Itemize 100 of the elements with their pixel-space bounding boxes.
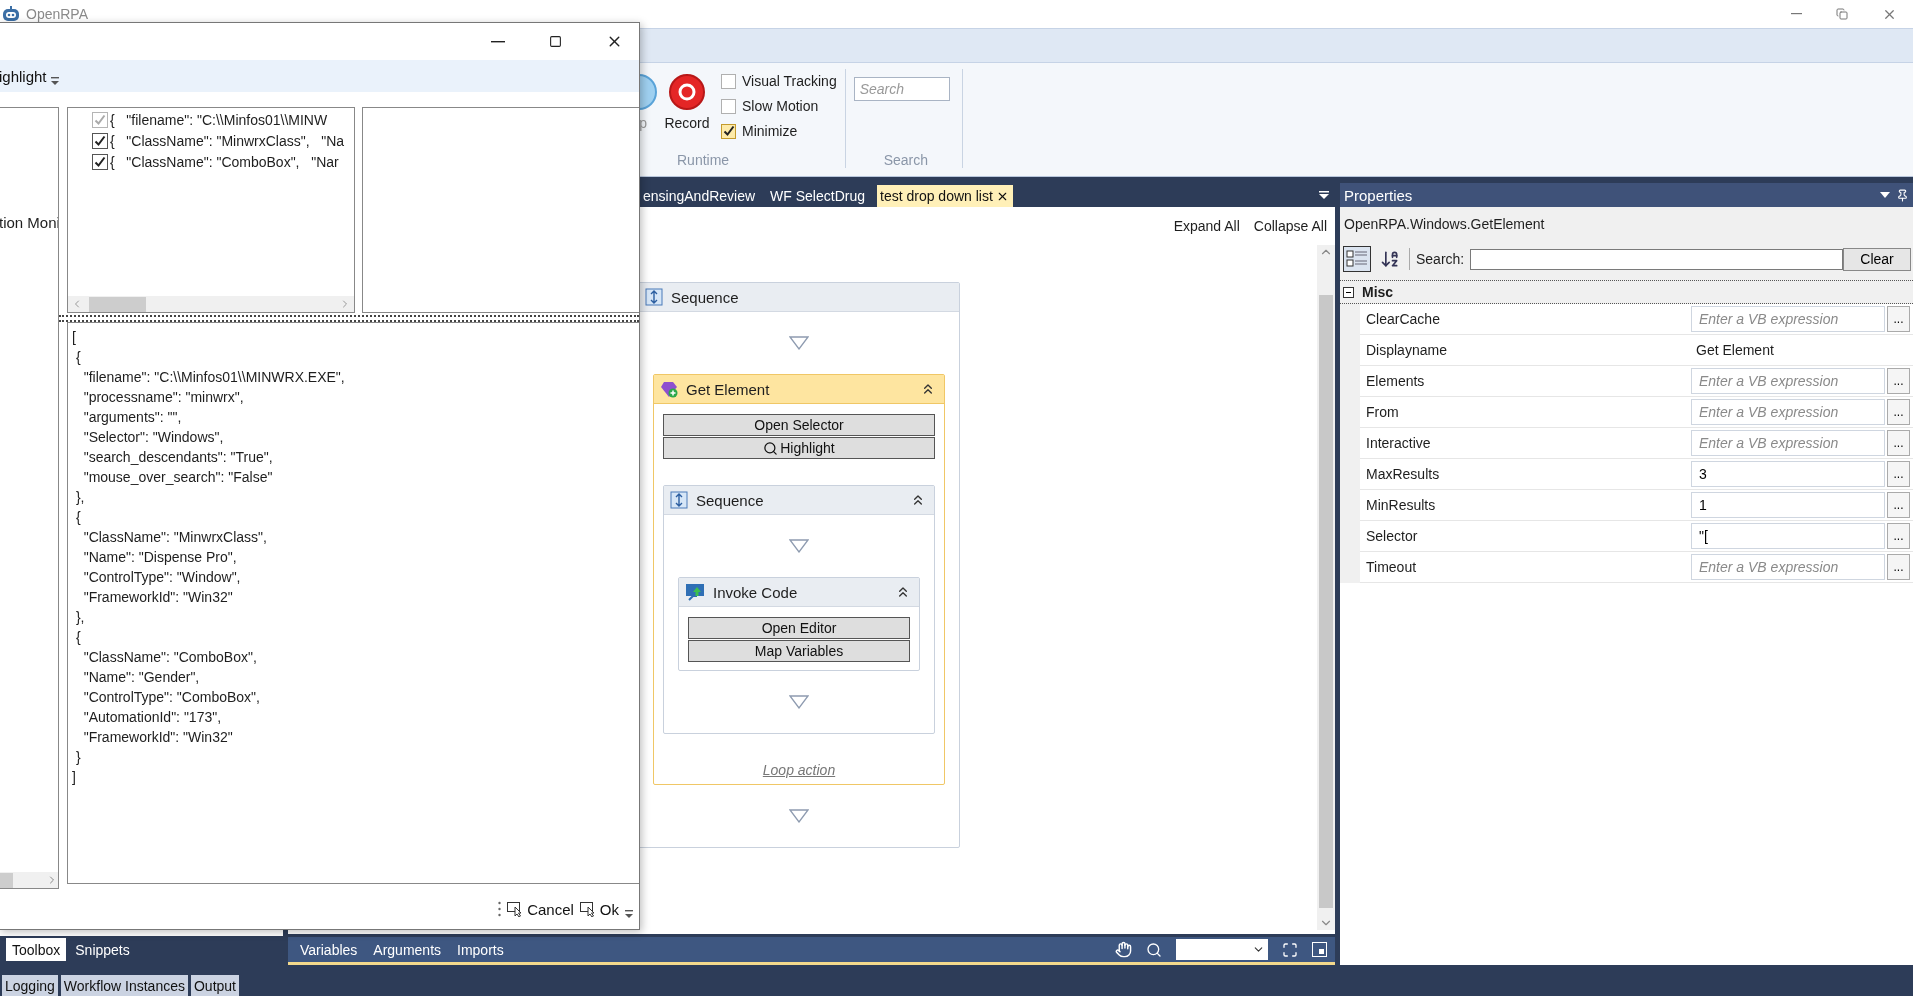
- document-tab[interactable]: test drop down list: [877, 185, 1013, 207]
- document-tab[interactable]: ensingAndReview: [640, 185, 760, 207]
- expression-field[interactable]: "[: [1691, 523, 1885, 549]
- minimize-button[interactable]: [489, 38, 507, 45]
- panel-tab[interactable]: Snippets: [69, 938, 136, 961]
- selector-item[interactable]: { "ClassName": "MinwrxClass", "Na: [92, 132, 354, 149]
- expression-field[interactable]: 3: [1691, 461, 1885, 487]
- selector-item[interactable]: { "ClassName": "ComboBox", "Nar: [92, 153, 354, 170]
- activity-card[interactable]: Sequence Get Element Open Selector Highlight Sequence Invoke Code Open Editor Map Variables Loop action: [638, 282, 960, 848]
- app-title: OpenRPA: [26, 6, 88, 22]
- expression-field[interactable]: Enter a VB expression: [1691, 306, 1885, 332]
- restore-button[interactable]: [1834, 6, 1850, 22]
- stop-icon: [639, 73, 657, 111]
- minimize-icon: [491, 40, 505, 43]
- drop-arrow-icon: [789, 336, 809, 350]
- selector-json-text[interactable]: [ { "filename": "C:\\Minfos01\\MINWRX.EXE", "processname": "minwrx", "arguments": "", "Selector": "Windows", "search_descendants": "True", "mouse_over_search": "False" }, { "ClassName": "MinwrxClass", "Name": "Dispense Pro", "ControlType": "Window", "FrameworkId": "Win32" }, { "ClassName": "ComboBox", "Name": "Gender", "ControlType": "ComboBox", "AutomationId": "173", "FrameworkId": "Win32" } ]: [72, 327, 635, 787]
- overflow-icon[interactable]: [625, 909, 633, 919]
- property-name: From: [1365, 404, 1400, 420]
- activity-title: Get Element: [686, 380, 770, 398]
- option-checkbox[interactable]: Minimize: [721, 123, 837, 139]
- option-checkbox[interactable]: Visual Tracking: [721, 73, 837, 89]
- categorized-button[interactable]: [1343, 246, 1371, 272]
- gem-icon: [660, 380, 678, 398]
- designer-tab[interactable]: Imports: [451, 941, 510, 958]
- property-name: Elements: [1365, 373, 1426, 389]
- output-tab[interactable]: Workflow Instances: [60, 975, 188, 996]
- record-button[interactable]: Record: [663, 73, 711, 152]
- fit-screen-icon[interactable]: [1282, 941, 1298, 958]
- minimize-icon: [1791, 13, 1802, 15]
- ok-button[interactable]: Ok: [579, 900, 619, 918]
- property-name: MinResults: [1365, 497, 1437, 513]
- sequence-icon: [645, 288, 663, 306]
- splitter[interactable]: [59, 315, 639, 322]
- search-field[interactable]: Search: [853, 77, 950, 101]
- search-icon[interactable]: [1146, 941, 1162, 958]
- activity-title: Sequence: [671, 288, 739, 306]
- expression-field[interactable]: Enter a VB expression: [1691, 399, 1885, 425]
- collapse-all-button[interactable]: Collapse All: [1253, 218, 1327, 234]
- output-tab[interactable]: Output: [190, 975, 239, 996]
- loop-action-link[interactable]: Loop action: [762, 762, 836, 778]
- expand-all-button[interactable]: Expand All: [1173, 218, 1240, 234]
- expression-field[interactable]: Enter a VB expression: [1691, 430, 1885, 456]
- category-title: Misc: [1362, 284, 1394, 300]
- edit-button[interactable]: ...: [1887, 306, 1910, 332]
- search-label: Search:: [1416, 251, 1465, 267]
- overflow-icon[interactable]: [50, 76, 59, 86]
- activity-card[interactable]: Get Element Open Selector Highlight Sequence Invoke Code Open Editor Map Variables Loop action: [653, 374, 945, 785]
- activity-button[interactable]: Open Selector: [663, 414, 935, 436]
- expression-field[interactable]: 1: [1691, 492, 1885, 518]
- activity-card[interactable]: Invoke Code Open Editor Map Variables: [678, 577, 920, 671]
- edit-button[interactable]: ...: [1887, 523, 1910, 549]
- drop-arrow-icon: [789, 539, 809, 553]
- document-tab[interactable]: WF SelectDrug: [767, 185, 869, 207]
- cursor-icon: [579, 901, 597, 917]
- tree-item[interactable]: tion Moni: [0, 214, 58, 231]
- clear-button[interactable]: Clear: [1843, 247, 1911, 271]
- edit-button[interactable]: ...: [1887, 554, 1910, 580]
- property-name: Interactive: [1365, 435, 1432, 451]
- check-icon: [722, 125, 735, 137]
- categorized-icon: [1346, 249, 1368, 269]
- vertical-scrollbar[interactable]: [1317, 245, 1335, 930]
- edit-button[interactable]: ...: [1887, 461, 1910, 487]
- property-name: Timeout: [1365, 559, 1418, 575]
- designer-tab[interactable]: Variables: [294, 941, 364, 958]
- tab-menu-icon[interactable]: [1319, 190, 1329, 200]
- activity-button[interactable]: Open Editor: [688, 617, 910, 639]
- activity-button[interactable]: Map Variables: [688, 640, 910, 662]
- restore-icon: [1836, 8, 1848, 20]
- expression-field[interactable]: Enter a VB expression: [1691, 554, 1885, 580]
- option-checkbox[interactable]: Slow Motion: [721, 98, 837, 114]
- activity-card[interactable]: Sequence Invoke Code Open Editor Map Variables: [663, 485, 935, 734]
- edit-button[interactable]: ...: [1887, 492, 1910, 518]
- horizontal-scrollbar[interactable]: [0, 872, 58, 888]
- cancel-button[interactable]: Cancel: [507, 900, 574, 918]
- designer-tab[interactable]: Arguments: [367, 941, 448, 958]
- edit-button[interactable]: ...: [1887, 368, 1910, 394]
- property-name: ClearCache: [1365, 311, 1441, 327]
- property-search-field[interactable]: [1470, 248, 1843, 270]
- sort-az-icon: [1380, 249, 1400, 269]
- dropdown-icon[interactable]: [1880, 191, 1890, 199]
- search-icon: [763, 440, 779, 456]
- edit-button[interactable]: ...: [1887, 399, 1910, 425]
- expression-field[interactable]: Enter a VB expression: [1691, 368, 1885, 394]
- output-tab[interactable]: Logging: [2, 975, 58, 996]
- edit-button[interactable]: ...: [1887, 430, 1910, 456]
- highlight-button[interactable]: Highlight: [663, 437, 935, 459]
- hand-icon[interactable]: [1115, 941, 1132, 958]
- collapse-icon[interactable]: [1343, 286, 1354, 298]
- pin-icon[interactable]: [1896, 188, 1909, 202]
- maximize-button[interactable]: [547, 33, 564, 50]
- activity-title: Invoke Code: [713, 583, 798, 601]
- property-value[interactable]: Get Element: [1691, 342, 1885, 358]
- panel-title: Properties: [1344, 186, 1413, 204]
- highlight-button[interactable]: ighlight: [0, 67, 47, 85]
- overview-icon[interactable]: [1312, 942, 1327, 957]
- panel-tab[interactable]: Toolbox: [6, 938, 67, 961]
- category-row[interactable]: Misc: [1340, 280, 1913, 304]
- property-name: Displayname: [1365, 342, 1448, 358]
- group-label: Runtime: [677, 152, 731, 168]
- record-icon: [668, 73, 706, 111]
